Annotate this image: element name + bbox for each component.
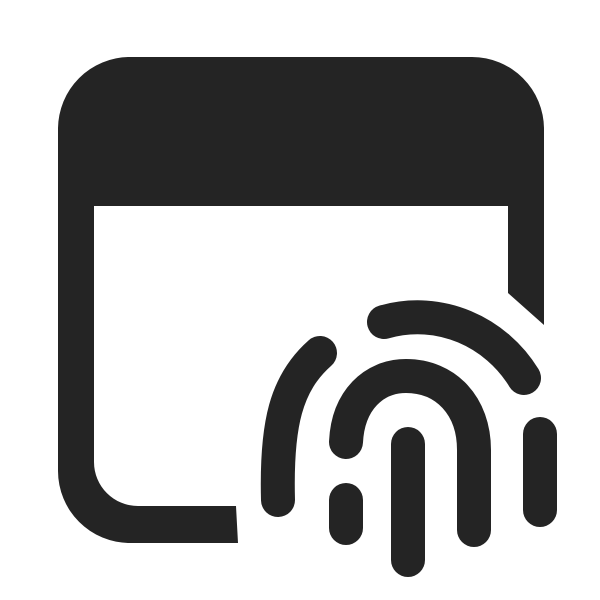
fingerprint-icon: [260, 300, 557, 577]
window-fingerprint-icon: [58, 57, 557, 577]
fingerprint-left-arc: [260, 336, 337, 517]
icon-canvas: [0, 0, 600, 600]
